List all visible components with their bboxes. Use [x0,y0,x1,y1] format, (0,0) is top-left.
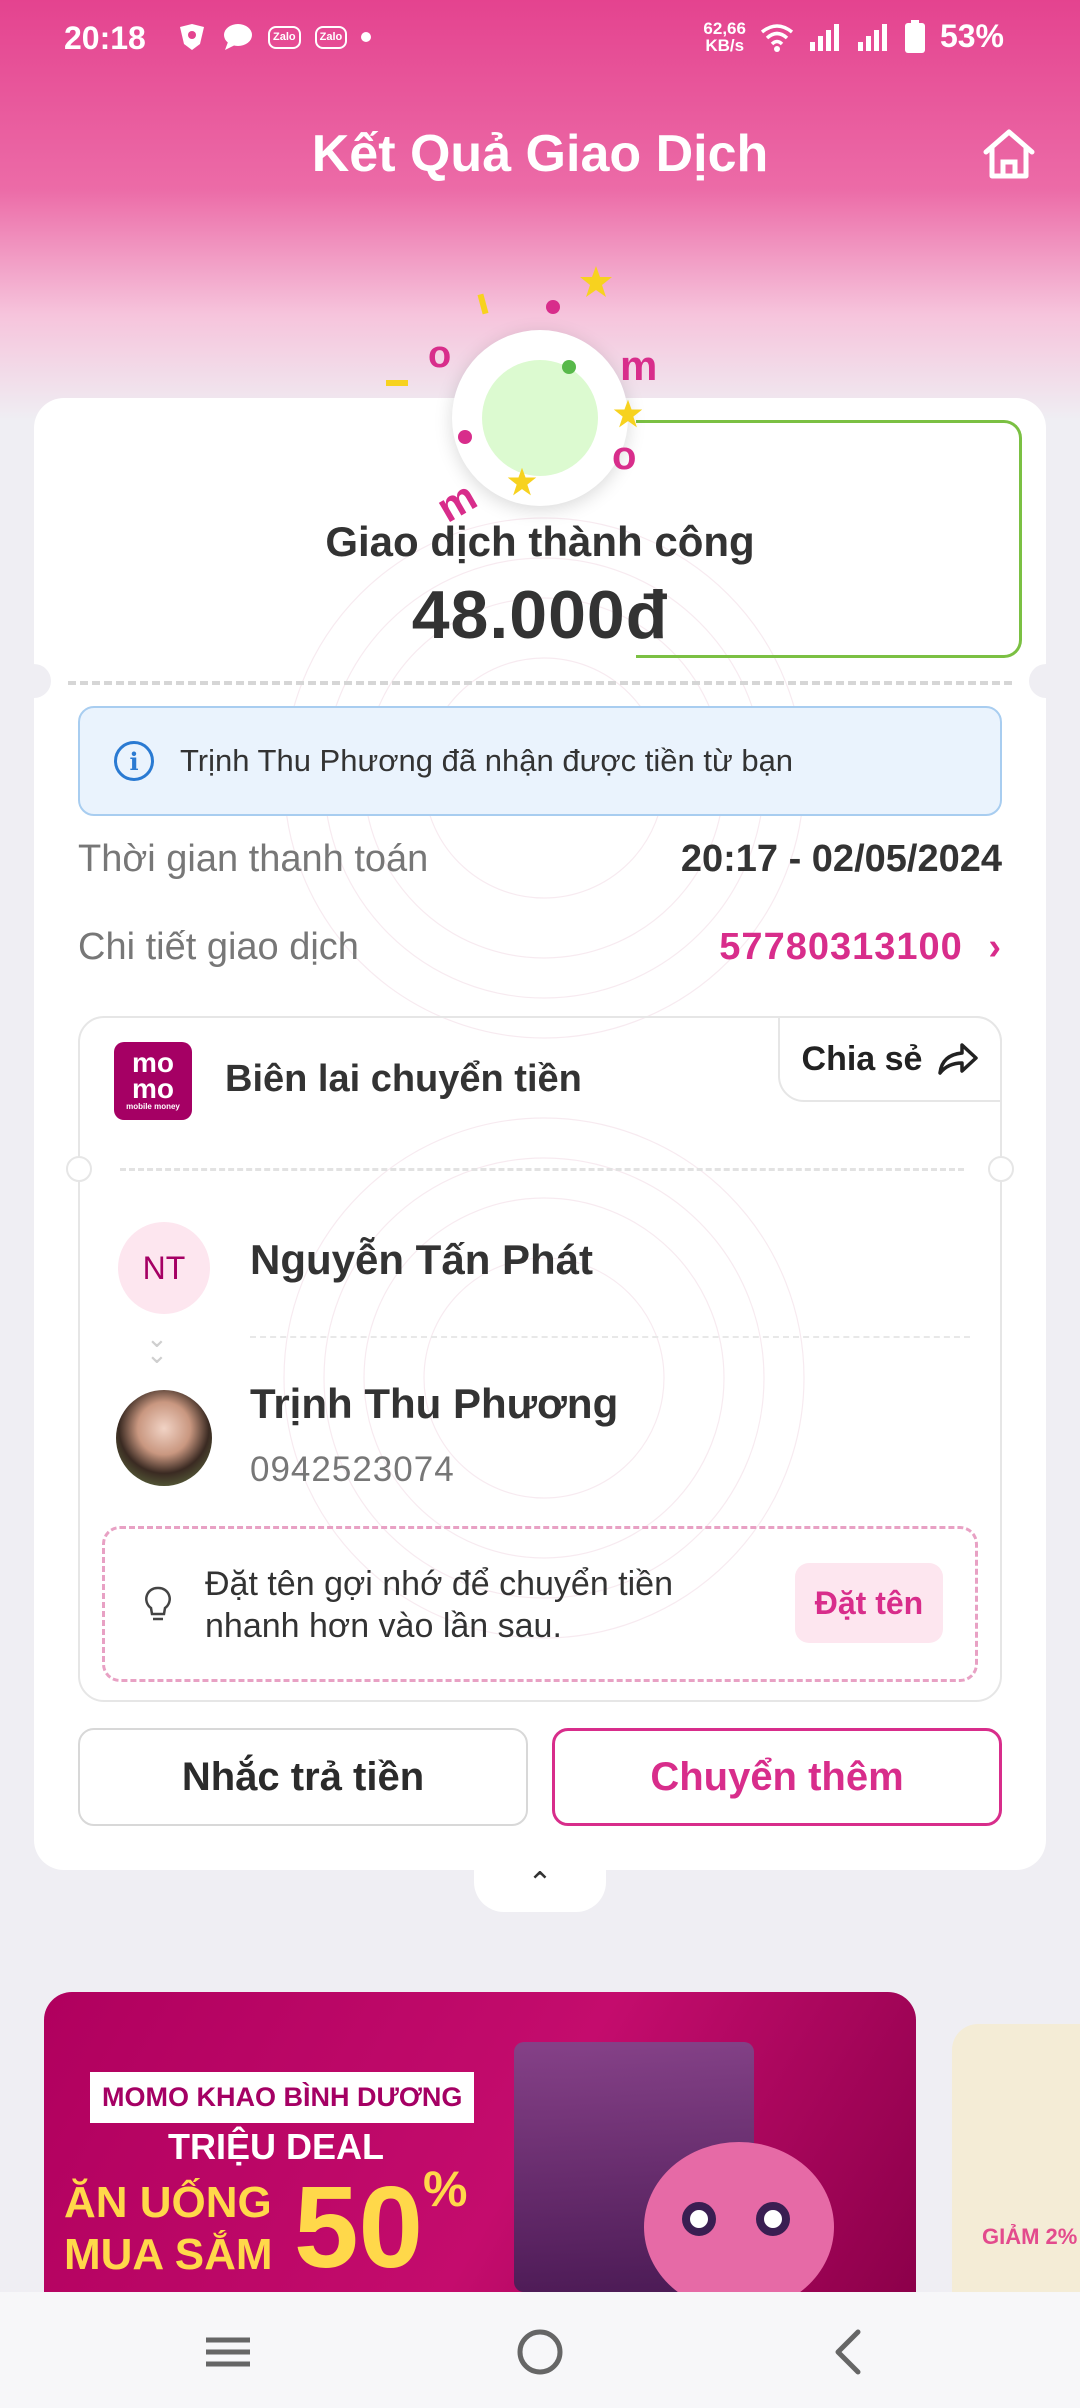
sender-avatar: NT [118,1222,210,1314]
confetti-m: m [620,342,658,389]
confetti-star [580,266,612,297]
confetti-dash [386,380,408,386]
home-icon[interactable] [978,124,1040,186]
status-time: 20:18 [64,20,146,56]
transfer-receipt: mo mo mobile money Biên lai chuyển tiền … [66,1016,1014,1702]
zalo-icon: Zalo [314,25,348,49]
banner-line-food: ĂN UỐNG [64,2178,272,2227]
banner-next-text: GIẢM 2% [982,2224,1078,2249]
banner-tag: MOMO KHAO BÌNH DƯƠNG [90,2072,475,2123]
sender-divider [250,1336,970,1338]
info-notice-text: Trịnh Thu Phương đã nhận được tiền từ bạ… [180,743,794,778]
system-nav-bar [0,2292,1080,2408]
transaction-amount: 48.000đ [411,577,669,653]
card-notch-right [1029,664,1063,698]
confetti-dot [546,300,560,314]
confetti-star [507,467,537,496]
banner-line-shopping: MUA SẮM [64,2230,273,2279]
payment-time-value: 20:17 - 02/05/2024 [680,838,1002,880]
banner-mascot [644,2142,834,2292]
card-divider [68,681,1012,685]
receipt-divider [120,1168,964,1171]
chat-bubble-icon [224,24,252,50]
signal-icon [857,23,887,51]
page-title: Kết Quả Giao Dịch [311,125,769,183]
confetti-star [613,399,643,428]
wifi-icon [760,23,794,52]
promo-banner[interactable]: MOMO KHAO BÌNH DƯƠNG TRIỆU DEAL ĂN UỐNG … [44,1992,916,2292]
nickname-hint: Đặt tên gợi nhớ để chuyển tiền nhanh hơn… [205,1565,673,1645]
card-notch-left [17,664,51,698]
lightbulb-icon [145,1586,171,1621]
banner-discount: 50% [294,2161,468,2292]
transaction-detail-label: Chi tiết giao dịch [78,926,359,968]
chevron-double-down-icon: ⌄ ⌄ [146,1323,168,1369]
promo-banner-next[interactable]: GIẢM 2% [952,2024,1080,2292]
more-notifications-dot [361,32,372,42]
battery-percent: 53% [939,18,1004,54]
signal-icon [809,23,839,51]
confetti-dot [458,430,472,444]
chevron-right-icon: › [988,926,1002,968]
receiver-avatar [116,1390,212,1486]
share-label: Chia sẻ [801,1039,923,1078]
info-icon: i [114,741,154,781]
transaction-id-link[interactable]: 57780313100 › [719,926,1002,969]
transaction-id: 57780313100 [719,926,963,968]
chevron-up-icon: ⌃ [527,1867,553,1900]
back-icon[interactable] [820,2322,880,2382]
status-bar: 20:18 Zalo Zalo 62,66 KB/s 53% [0,0,1080,76]
transaction-status: Giao dịch thành công [325,518,755,565]
nickname-suggestion: Đặt tên gợi nhớ để chuyển tiền nhanh hơn… [102,1526,978,1682]
confetti-o: o [428,334,452,376]
info-notice: i Trịnh Thu Phương đã nhận được tiền từ … [78,706,1002,816]
confetti-dot [562,360,576,374]
momo-logo: mo mo mobile money [114,1042,192,1120]
shield-icon [180,24,204,50]
share-button[interactable]: Chia sẻ [778,1016,1002,1102]
receipt-notch-right [988,1156,1014,1182]
success-logo [452,330,628,506]
collapse-toggle[interactable]: ⌃ [474,1860,606,1912]
network-speed: 62,66 KB/s [703,18,746,55]
notification-icons: Zalo Zalo [176,22,372,52]
share-arrow-icon [938,1043,979,1075]
payment-time-label: Thời gian thanh toán [78,838,429,880]
confetti-o: o [612,434,637,478]
success-logo-inner [482,360,598,476]
home-circle-icon[interactable] [510,2322,570,2382]
sender-name: Nguyễn Tấn Phát [250,1236,594,1283]
battery-icon [904,19,925,53]
receiver-name: Trịnh Thu Phương [250,1380,619,1427]
set-nickname-button[interactable]: Đặt tên [795,1563,943,1643]
receipt-title: Biên lai chuyển tiền [225,1058,582,1100]
recents-menu-icon[interactable] [198,2322,258,2382]
receiver-phone: 0942523074 [250,1450,455,1489]
receipt-notch-left [66,1156,92,1182]
transfer-more-button[interactable]: Chuyển thêm [552,1728,1002,1826]
zalo-icon: Zalo [268,25,301,49]
remind-payment-button[interactable]: Nhắc trả tiền [78,1728,528,1826]
system-icons: 62,66 KB/s 53% [703,18,1004,55]
